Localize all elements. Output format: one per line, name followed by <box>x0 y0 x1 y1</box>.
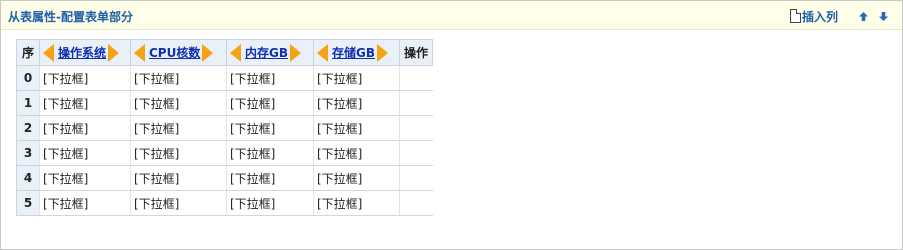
dropdown-cell[interactable]: [下拉框] <box>226 165 314 191</box>
column-header: 内存GB <box>226 39 314 66</box>
dropdown-cell[interactable]: [下拉框] <box>39 90 131 116</box>
move-left-icon[interactable] <box>43 43 54 62</box>
dropdown-cell[interactable]: [下拉框] <box>39 65 131 91</box>
move-right-icon[interactable] <box>290 43 301 62</box>
table-row: 2 [下拉框] [下拉框] [下拉框] [下拉框] <box>16 115 433 141</box>
move-right-icon[interactable] <box>202 43 214 62</box>
dropdown-cell[interactable]: [下拉框] <box>130 65 227 91</box>
move-left-icon[interactable] <box>317 43 328 62</box>
row-index: 2 <box>16 115 40 141</box>
dropdown-cell[interactable]: [下拉框] <box>226 115 314 141</box>
dropdown-cell[interactable]: [下拉框] <box>313 90 400 116</box>
arrow-down-icon[interactable] <box>876 9 890 23</box>
dropdown-cell[interactable]: [下拉框] <box>313 65 400 91</box>
document-icon <box>789 9 801 23</box>
move-left-icon[interactable] <box>134 43 145 62</box>
ops-header: 操作 <box>399 39 433 66</box>
row-index: 3 <box>16 140 40 166</box>
table-row: 3 [下拉框] [下拉框] [下拉框] [下拉框] <box>16 140 433 166</box>
panel-title: 从表属性-配置表单部分 <box>8 10 133 24</box>
row-index: 4 <box>16 165 40 191</box>
dropdown-cell[interactable]: [下拉框] <box>39 165 131 191</box>
row-index: 5 <box>16 190 40 216</box>
dropdown-cell[interactable]: [下拉框] <box>130 90 227 116</box>
table-row: 0 [下拉框] [下拉框] [下拉框] [下拉框] <box>16 65 433 91</box>
ops-cell <box>399 115 433 141</box>
move-right-icon[interactable] <box>108 43 120 62</box>
column-header-link[interactable]: 存储GB <box>332 44 375 61</box>
subtable-grid: 序 操作系统 CPU核数 内存GB 存储GB 操作 0 [下拉框] [下拉框] … <box>16 39 433 216</box>
arrow-up-icon-glyph <box>858 11 868 21</box>
move-right-icon[interactable] <box>377 43 388 62</box>
table-row: 5 [下拉框] [下拉框] [下拉框] [下拉框] <box>16 190 433 216</box>
dropdown-cell[interactable]: [下拉框] <box>313 165 400 191</box>
grid-header-row: 序 操作系统 CPU核数 内存GB 存储GB 操作 <box>16 39 433 66</box>
ops-cell <box>399 65 433 91</box>
table-row: 4 [下拉框] [下拉框] [下拉框] [下拉框] <box>16 165 433 191</box>
dropdown-cell[interactable]: [下拉框] <box>130 140 227 166</box>
table-row: 1 [下拉框] [下拉框] [下拉框] [下拉框] <box>16 90 433 116</box>
header-toolbar: 插入列 <box>789 7 890 25</box>
panel-header: 从表属性-配置表单部分 插入列 <box>1 1 902 30</box>
seq-header: 序 <box>16 39 40 66</box>
ops-cell <box>399 90 433 116</box>
dropdown-cell[interactable]: [下拉框] <box>130 115 227 141</box>
ops-cell <box>399 165 433 191</box>
column-header-link[interactable]: 操作系统 <box>58 44 106 61</box>
ops-cell <box>399 140 433 166</box>
grid-container: 序 操作系统 CPU核数 内存GB 存储GB 操作 0 [下拉框] [下拉框] … <box>16 39 433 216</box>
dropdown-cell[interactable]: [下拉框] <box>226 90 314 116</box>
dropdown-cell[interactable]: [下拉框] <box>313 115 400 141</box>
dropdown-cell[interactable]: [下拉框] <box>130 190 227 216</box>
arrow-up-icon[interactable] <box>856 9 870 23</box>
dropdown-cell[interactable]: [下拉框] <box>39 190 131 216</box>
dropdown-cell[interactable]: [下拉框] <box>130 165 227 191</box>
column-header-link[interactable]: 内存GB <box>245 44 288 61</box>
dropdown-cell[interactable]: [下拉框] <box>39 115 131 141</box>
insert-column-button[interactable]: 插入列 <box>802 8 838 25</box>
dropdown-cell[interactable]: [下拉框] <box>313 140 400 166</box>
column-header: 存储GB <box>313 39 400 66</box>
column-header: 操作系统 <box>39 39 131 66</box>
subtable-config-panel: 从表属性-配置表单部分 插入列 序 操作系统 CPU核数 内存GB 存储GB 操… <box>0 0 903 250</box>
ops-cell <box>399 190 433 216</box>
move-left-icon[interactable] <box>230 43 241 62</box>
row-index: 0 <box>16 65 40 91</box>
row-index: 1 <box>16 90 40 116</box>
dropdown-cell[interactable]: [下拉框] <box>226 65 314 91</box>
column-header: CPU核数 <box>130 39 227 66</box>
arrow-down-icon-glyph <box>878 11 888 21</box>
dropdown-cell[interactable]: [下拉框] <box>39 140 131 166</box>
column-header-link[interactable]: CPU核数 <box>149 44 200 61</box>
dropdown-cell[interactable]: [下拉框] <box>226 140 314 166</box>
dropdown-cell[interactable]: [下拉框] <box>226 190 314 216</box>
dropdown-cell[interactable]: [下拉框] <box>313 190 400 216</box>
